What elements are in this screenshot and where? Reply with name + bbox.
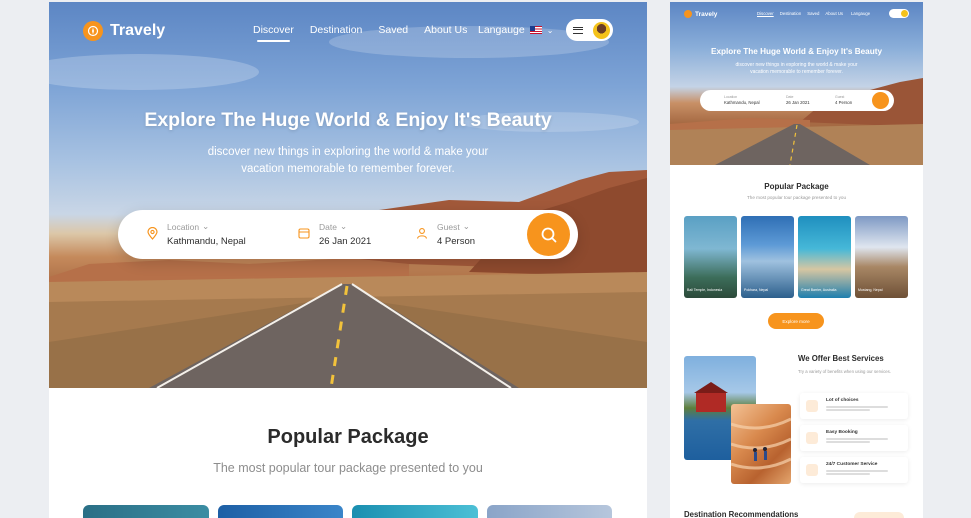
brand-logo[interactable]: Travely xyxy=(684,10,717,18)
date-value: 26 Jan 2021 xyxy=(786,100,810,105)
calendar-icon xyxy=(298,228,310,239)
section-subtitle: The most popular tour package presented … xyxy=(746,195,847,200)
user-menu-button[interactable] xyxy=(566,19,613,41)
date-label: Date xyxy=(319,221,337,232)
date-field[interactable]: Date 26 Jan 2021 xyxy=(786,95,810,105)
section-subtitle: The most popular tour package presented … xyxy=(213,461,483,475)
guest-label: Guest xyxy=(437,221,460,232)
avatar xyxy=(901,10,908,17)
service-title: Lot of choices xyxy=(826,398,859,403)
search-bar: Location Kathmandu, Nepal Date 26 Jan 20… xyxy=(700,90,894,111)
service-title: Easy Booking xyxy=(826,430,858,435)
service-card: 24/7 Customer Service xyxy=(800,457,908,483)
section-title: Popular Package xyxy=(267,426,429,448)
preview-menu: Discover Destination Saved About Us xyxy=(757,11,843,16)
guest-field[interactable]: Guest 4 Person xyxy=(835,95,852,105)
location-label: Location xyxy=(724,95,738,99)
package-card[interactable] xyxy=(83,505,209,518)
package-name: Pokhara, Nepal xyxy=(744,288,769,292)
package-name: Bali Temple, Indonesia xyxy=(687,288,723,292)
date-label: Date xyxy=(786,95,794,99)
canyon-hikers-image xyxy=(731,404,791,484)
us-flag-icon xyxy=(529,26,542,34)
section-title: Popular Package xyxy=(764,182,829,191)
nav-discover[interactable]: Discover xyxy=(757,11,774,16)
location-field[interactable]: Location Kathmandu, Nepal xyxy=(724,95,760,105)
compass-icon xyxy=(684,10,692,18)
guest-field[interactable]: Guest ⌄ 4 Person xyxy=(416,221,475,247)
nav-about-us[interactable]: About Us xyxy=(424,24,467,42)
nav-about-us[interactable]: About Us xyxy=(825,11,843,16)
guest-value: 4 Person xyxy=(835,100,853,105)
user-menu-button[interactable] xyxy=(889,9,909,18)
brand-name: Travely xyxy=(695,10,718,18)
package-card[interactable] xyxy=(218,505,343,518)
nav-saved[interactable]: Saved xyxy=(378,24,408,42)
headset-icon xyxy=(806,464,818,476)
hero-title: Explore The Huge World & Enjoy It's Beau… xyxy=(144,109,552,131)
service-title: 24/7 Customer Service xyxy=(826,462,878,467)
location-field[interactable]: Location ⌄ Kathmandu, Nepal xyxy=(147,221,246,247)
destination-nav-button[interactable] xyxy=(854,512,904,518)
language-label: Langauge xyxy=(478,24,525,36)
desert-road-image xyxy=(670,78,923,165)
search-bar: Location ⌄ Kathmandu, Nepal Date ⌄ 26 Jan … xyxy=(118,210,578,259)
avatar xyxy=(593,21,610,39)
location-pin-icon xyxy=(147,227,158,240)
nav-saved[interactable]: Saved xyxy=(807,11,819,16)
person-icon xyxy=(416,228,428,239)
services-subtitle: Try a variety of benefits when using our… xyxy=(798,369,891,374)
hero-subtitle: discover new things in exploring the wor… xyxy=(735,62,858,75)
language-selector[interactable]: Langauge xyxy=(851,11,870,16)
chevron-down-icon: ⌄ xyxy=(462,221,470,231)
guest-label: Guest xyxy=(835,95,845,99)
calendar-icon xyxy=(806,432,818,444)
location-label: Location xyxy=(167,221,200,232)
popular-package-section: Popular Package The most popular tour pa… xyxy=(49,388,647,518)
chevron-down-icon: ⌄ xyxy=(202,221,210,231)
date-value: 26 Jan 2021 xyxy=(319,236,372,247)
main-menu: Discover Destination Saved About Us xyxy=(253,24,467,42)
date-field[interactable]: Date ⌄ 26 Jan 2021 xyxy=(298,221,371,247)
package-card[interactable] xyxy=(487,505,612,518)
package-card[interactable] xyxy=(352,505,478,518)
landing-page-mockup: Travely Discover Destination Saved About… xyxy=(49,2,647,518)
package-card[interactable]: Great Barrier, Australia xyxy=(798,216,851,298)
top-navbar: Travely Discover Destination Saved About… xyxy=(49,2,647,60)
guest-value: 4 Person xyxy=(437,236,476,247)
location-value: Kathmandu, Nepal xyxy=(724,100,760,105)
service-card: Lot of choices xyxy=(800,393,908,419)
search-button[interactable] xyxy=(872,92,889,109)
compass-icon xyxy=(83,21,103,41)
nav-destination[interactable]: Destination xyxy=(310,24,363,42)
package-card[interactable]: Pokhara, Nepal xyxy=(741,216,794,298)
hamburger-icon xyxy=(573,26,583,34)
page-preview-mockup: Travely Discover Destination Saved About… xyxy=(670,2,923,518)
package-name: Mustang, Nepal xyxy=(858,288,883,292)
location-value: Kathmandu, Nepal xyxy=(167,236,246,247)
preview-hero: Travely Discover Destination Saved About… xyxy=(670,2,923,165)
hero-section: Travely Discover Destination Saved About… xyxy=(49,2,647,388)
package-card[interactable]: Bali Temple, Indonesia xyxy=(684,216,737,298)
chevron-down-icon: ⌄ xyxy=(546,25,554,35)
nav-destination[interactable]: Destination xyxy=(780,11,802,16)
service-card: Easy Booking xyxy=(800,425,908,451)
services-title: We Offer Best Services xyxy=(798,354,884,363)
search-button[interactable] xyxy=(527,213,570,256)
nav-discover[interactable]: Discover xyxy=(253,24,294,42)
destination-title: Destination Recommendations xyxy=(684,510,799,518)
package-card[interactable]: Mustang, Nepal xyxy=(855,216,908,298)
brand-name: Travely xyxy=(110,22,166,39)
language-selector[interactable]: Langauge ⌄ xyxy=(478,24,553,36)
list-icon xyxy=(806,400,818,412)
brand-logo[interactable]: Travely xyxy=(83,21,165,41)
explore-more-button[interactable]: Explore more xyxy=(768,313,824,329)
package-name: Great Barrier, Australia xyxy=(801,288,837,292)
search-icon xyxy=(541,227,556,242)
hero-title: Explore The Huge World & Enjoy It's Beau… xyxy=(710,47,883,56)
hero-subtitle: discover new things in exploring the wor… xyxy=(207,146,489,175)
chevron-down-icon: ⌄ xyxy=(339,221,348,231)
